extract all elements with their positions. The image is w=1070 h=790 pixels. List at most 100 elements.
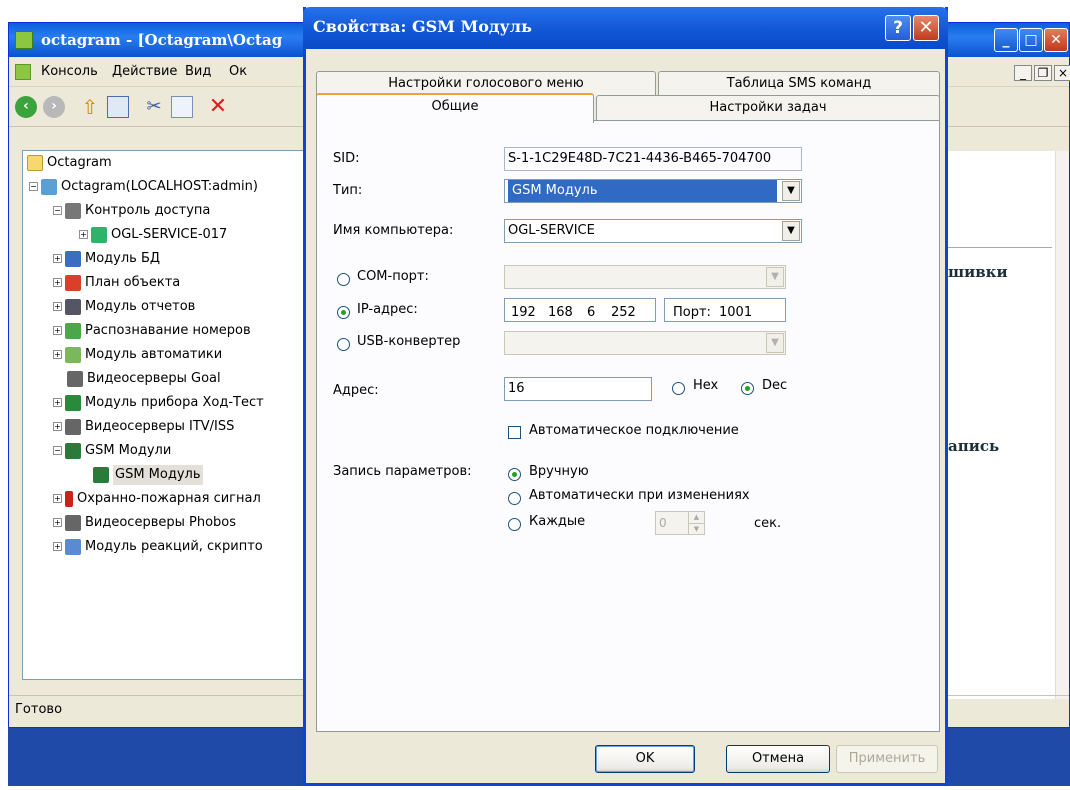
computer-name-select[interactable]: OGL-SERVICE ▼ bbox=[504, 219, 802, 243]
mdi-restore-icon[interactable]: ❐ bbox=[1034, 65, 1052, 81]
tree-item-gsm-modules[interactable]: − GSM Модули bbox=[53, 441, 171, 461]
vertical-scrollbar[interactable] bbox=[1055, 151, 1069, 699]
general-tab-panel: SID: S-1-1C29E48D-7C21-4436-B465-704700 … bbox=[316, 120, 940, 732]
tree-item-fire-alarm[interactable]: + Охранно-пожарная сигнал bbox=[53, 489, 261, 509]
collapse-icon[interactable]: − bbox=[53, 446, 62, 455]
com-port-select[interactable]: ▼ bbox=[504, 265, 786, 289]
dialog-close-icon[interactable]: ✕ bbox=[913, 15, 939, 41]
menu-window[interactable]: Ок bbox=[229, 64, 247, 79]
collapse-icon[interactable]: − bbox=[29, 182, 38, 191]
report-icon bbox=[65, 298, 81, 315]
tab-general[interactable]: Общие bbox=[316, 93, 594, 123]
properties-icon[interactable] bbox=[107, 96, 129, 118]
back-icon[interactable]: ‹ bbox=[15, 96, 37, 118]
hex-radio[interactable] bbox=[672, 382, 685, 395]
tree-item-octagram[interactable]: Octagram bbox=[27, 153, 112, 173]
cut-icon[interactable]: ✂ bbox=[143, 96, 165, 118]
expand-icon[interactable]: + bbox=[53, 254, 62, 263]
properties-dialog: Свойства: GSM Модуль ? ✕ Настройки голос… bbox=[303, 7, 948, 786]
forward-icon[interactable]: › bbox=[43, 96, 65, 118]
chevron-down-icon[interactable]: ▼ bbox=[766, 333, 784, 353]
tree-item-goal-servers[interactable]: Видеосерверы Goal bbox=[67, 369, 221, 389]
ip-address-radio[interactable] bbox=[337, 306, 350, 319]
tab-task-settings[interactable]: Настройки задач bbox=[596, 95, 940, 121]
expand-icon[interactable]: + bbox=[53, 398, 62, 407]
port-value: 1001 bbox=[719, 305, 753, 320]
expand-icon[interactable]: + bbox=[53, 422, 62, 431]
copy-icon[interactable] bbox=[171, 96, 193, 118]
ip-octet-4: 252 bbox=[611, 305, 636, 320]
mdi-minimize-icon[interactable]: _ bbox=[1014, 65, 1032, 81]
tree-item-access-control[interactable]: − Контроль доступа bbox=[53, 201, 210, 221]
chevron-down-icon[interactable]: ▼ bbox=[782, 181, 800, 201]
ip-address-field[interactable]: 192 168 6 252 bbox=[504, 298, 656, 322]
every-radio[interactable] bbox=[508, 518, 521, 531]
spin-up-icon[interactable]: ▲ bbox=[688, 512, 704, 523]
ok-button[interactable]: OK bbox=[595, 745, 695, 773]
chevron-down-icon[interactable]: ▼ bbox=[766, 267, 784, 287]
menu-console[interactable]: Консоль bbox=[41, 64, 98, 79]
maximize-icon[interactable]: □ bbox=[1019, 28, 1043, 52]
up-folder-icon[interactable]: ⇧ bbox=[79, 96, 101, 118]
address-label: Адрес: bbox=[333, 383, 379, 398]
expand-icon[interactable]: + bbox=[79, 230, 88, 239]
automation-icon bbox=[65, 346, 81, 363]
auto-connect-checkbox[interactable] bbox=[508, 426, 521, 439]
chevron-down-icon[interactable]: ▼ bbox=[782, 221, 800, 241]
folder-icon bbox=[27, 154, 43, 171]
usb-converter-radio[interactable] bbox=[337, 338, 350, 351]
cancel-button[interactable]: Отмена bbox=[726, 745, 830, 773]
mdi-close-icon[interactable]: × bbox=[1054, 65, 1070, 81]
spin-down-icon[interactable]: ▼ bbox=[688, 523, 704, 534]
expand-icon[interactable]: + bbox=[53, 518, 62, 527]
tab-sms-commands[interactable]: Таблица SMS команд bbox=[658, 71, 940, 97]
usb-converter-select[interactable]: ▼ bbox=[504, 331, 786, 355]
expand-icon[interactable]: + bbox=[53, 278, 62, 287]
details-text-1: шивки bbox=[948, 263, 1008, 281]
tree-item-hod-test[interactable]: + Модуль прибора Ход-Тест bbox=[53, 393, 264, 413]
console-menu-icon[interactable] bbox=[15, 64, 31, 80]
expand-icon[interactable]: + bbox=[53, 302, 62, 311]
tree-item-plate-recognition[interactable]: + Распознавание номеров bbox=[53, 321, 251, 341]
type-select[interactable]: GSM Модуль ▼ bbox=[504, 179, 802, 203]
tree-item-reactions[interactable]: + Модуль реакций, скрипто bbox=[53, 537, 263, 557]
tree-item-octagram-server[interactable]: − Octagram(LOCALHOST:admin) bbox=[29, 177, 258, 197]
com-port-radio[interactable] bbox=[337, 273, 350, 286]
auto-connect-label: Автоматическое подключение bbox=[529, 423, 739, 438]
expand-icon[interactable]: + bbox=[53, 350, 62, 359]
collapse-icon[interactable]: − bbox=[53, 206, 62, 215]
auto-on-change-radio[interactable] bbox=[508, 492, 521, 505]
tree-item-itv-servers[interactable]: + Видеосерверы ITV/ISS bbox=[53, 417, 234, 437]
port-field[interactable]: Порт: 1001 bbox=[664, 298, 786, 322]
close-icon[interactable]: ✕ bbox=[1044, 28, 1068, 52]
expand-icon[interactable]: + bbox=[53, 494, 62, 503]
tree-item-phobos-servers[interactable]: + Видеосерверы Phobos bbox=[53, 513, 236, 533]
dec-radio[interactable] bbox=[741, 382, 754, 395]
apply-button[interactable]: Применить bbox=[836, 745, 938, 773]
tree-item-db-module[interactable]: + Модуль БД bbox=[53, 249, 160, 269]
ip-octet-2: 168 bbox=[548, 305, 573, 320]
main-window-title: octagram - [Octagram\Octag bbox=[41, 31, 283, 49]
tree-item-reports[interactable]: + Модуль отчетов bbox=[53, 297, 195, 317]
manual-radio[interactable] bbox=[508, 468, 521, 481]
help-icon[interactable]: ? bbox=[885, 15, 911, 41]
sid-field[interactable]: S-1-1C29E48D-7C21-4436-B465-704700 bbox=[504, 147, 802, 171]
tree-item-gsm-module[interactable]: GSM Модуль bbox=[93, 465, 203, 485]
dialog-title: Свойства: GSM Модуль bbox=[313, 17, 532, 36]
script-icon bbox=[65, 538, 81, 555]
tree-item-automation[interactable]: + Модуль автоматики bbox=[53, 345, 222, 365]
menu-action[interactable]: Действие bbox=[112, 64, 177, 79]
dec-label: Dec bbox=[762, 378, 788, 393]
tree-item-floor-plan[interactable]: + План объекта bbox=[53, 273, 180, 293]
seconds-label: сек. bbox=[754, 516, 782, 531]
ip-address-label: IP-адрес: bbox=[357, 302, 418, 317]
tree-item-ogl-service[interactable]: + OGL-SERVICE-017 bbox=[79, 225, 227, 245]
every-seconds-spinner[interactable]: 0 ▲ ▼ bbox=[655, 511, 705, 535]
address-field[interactable]: 16 bbox=[504, 377, 652, 401]
expand-icon[interactable]: + bbox=[53, 542, 62, 551]
ip-octet-1: 192 bbox=[511, 305, 536, 320]
menu-view[interactable]: Вид bbox=[185, 64, 211, 79]
delete-icon[interactable]: ✕ bbox=[207, 96, 229, 118]
expand-icon[interactable]: + bbox=[53, 326, 62, 335]
minimize-icon[interactable]: _ bbox=[994, 28, 1018, 52]
